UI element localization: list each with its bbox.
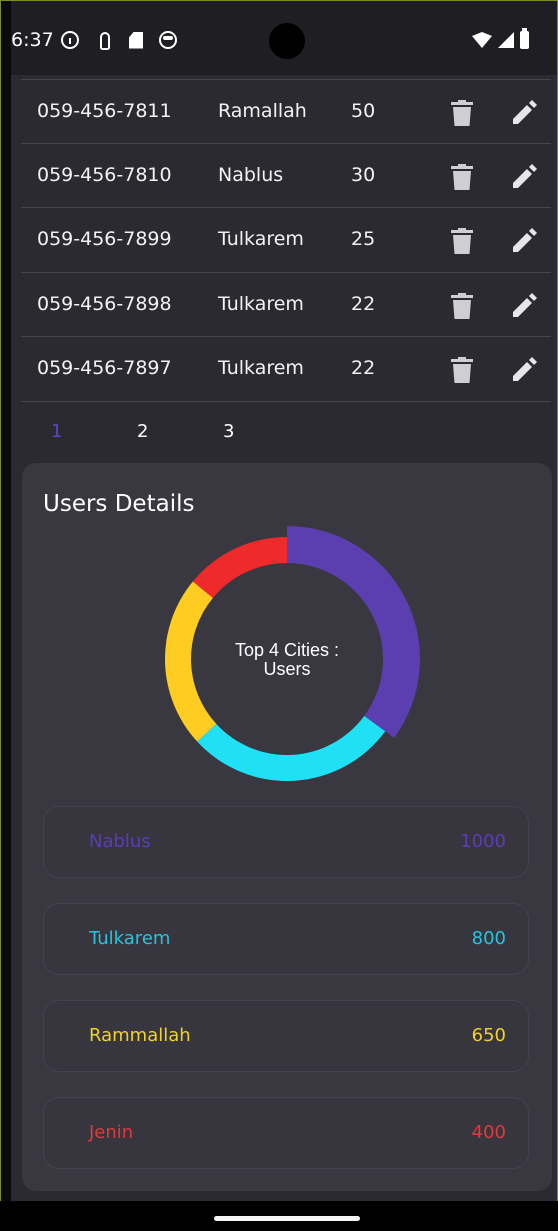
disc-icon bbox=[159, 31, 177, 49]
edit-icon[interactable] bbox=[510, 355, 538, 383]
system-indicators bbox=[472, 28, 529, 49]
chart-center-label-2: Users bbox=[263, 659, 310, 679]
edit-icon[interactable] bbox=[510, 226, 538, 254]
row-city: Tulkarem bbox=[218, 292, 304, 315]
pagination: 123 bbox=[51, 421, 309, 442]
table-row: 059-456-7810 Nablus 30 bbox=[21, 144, 551, 208]
delete-icon[interactable] bbox=[451, 357, 473, 383]
legend-item[interactable]: Jenin 400 bbox=[43, 1097, 529, 1169]
row-phone: 059-456-7810 bbox=[37, 163, 172, 186]
row-count: 22 bbox=[351, 357, 376, 379]
table-row: 059-456-7898 Tulkarem 22 bbox=[21, 273, 551, 337]
delete-icon[interactable] bbox=[451, 228, 473, 254]
status-bar: 6:37 bbox=[11, 1, 557, 75]
page-2[interactable]: 2 bbox=[137, 421, 223, 442]
edit-icon[interactable] bbox=[510, 291, 538, 319]
row-phone: 059-456-7899 bbox=[37, 228, 172, 250]
table-row: 059-456-7897 Tulkarem 22 bbox=[21, 337, 551, 402]
legend-city: Rammallah bbox=[89, 1025, 191, 1046]
legend-city: Jenin bbox=[89, 1122, 134, 1143]
row-city: Tulkarem bbox=[218, 228, 304, 250]
status-icons bbox=[61, 31, 177, 50]
row-city: Tulkarem bbox=[218, 357, 304, 379]
legend-item[interactable]: Nablus 1000 bbox=[43, 806, 529, 878]
status-time: 6:37 bbox=[11, 29, 54, 51]
edit-icon[interactable] bbox=[510, 162, 538, 190]
battery-icon bbox=[520, 28, 529, 49]
legend-city: Tulkarem bbox=[89, 928, 171, 949]
legend-city: Nablus bbox=[89, 831, 151, 852]
legend-value: 400 bbox=[471, 1122, 506, 1143]
app-screen: 6:37 059-456-7811 Ramallah 50 059-456-78… bbox=[11, 1, 557, 1201]
donut-slice-rammallah bbox=[165, 581, 217, 742]
edit-icon[interactable] bbox=[510, 98, 538, 126]
navigation-icon bbox=[95, 31, 113, 50]
row-phone: 059-456-7897 bbox=[37, 357, 172, 379]
cities-donut-chart: Top 4 Cities : Users bbox=[165, 526, 420, 781]
legend-value: 650 bbox=[471, 1025, 506, 1046]
sd-card-icon bbox=[129, 31, 143, 49]
navigation-bar bbox=[0, 1201, 558, 1231]
users-table: 059-456-7811 Ramallah 50 059-456-7810 Na… bbox=[21, 79, 551, 402]
page-3[interactable]: 3 bbox=[223, 421, 309, 442]
table-row: 059-456-7899 Tulkarem 25 bbox=[21, 208, 551, 273]
legend-item[interactable]: Rammallah 650 bbox=[43, 1000, 529, 1072]
legend-value: 1000 bbox=[460, 831, 506, 852]
donut-slice-tulkarem bbox=[197, 715, 386, 781]
row-city: Ramallah bbox=[218, 100, 307, 122]
donut-slice-nablus bbox=[287, 526, 420, 738]
delete-icon[interactable] bbox=[451, 100, 473, 126]
wifi-icon bbox=[472, 32, 492, 48]
row-city: Nablus bbox=[218, 163, 284, 186]
legend-item[interactable]: Tulkarem 800 bbox=[43, 903, 529, 975]
donut-slice-jenin bbox=[192, 537, 287, 598]
signal-icon bbox=[498, 32, 514, 48]
row-phone: 059-456-7898 bbox=[37, 292, 172, 315]
legend-value: 800 bbox=[471, 928, 506, 949]
card-title: Users Details bbox=[43, 491, 195, 517]
camera-cutout bbox=[269, 23, 305, 59]
delete-icon[interactable] bbox=[451, 163, 473, 190]
table-row: 059-456-7811 Ramallah 50 bbox=[21, 79, 551, 144]
row-count: 30 bbox=[351, 163, 376, 186]
users-details-card: Users Details Top 4 Cities : Users Nablu… bbox=[22, 463, 552, 1191]
info-icon bbox=[61, 31, 79, 49]
row-count: 25 bbox=[351, 228, 376, 250]
row-phone: 059-456-7811 bbox=[37, 100, 172, 122]
row-count: 22 bbox=[351, 292, 376, 315]
row-count: 50 bbox=[351, 100, 376, 122]
page-1[interactable]: 1 bbox=[51, 421, 137, 442]
delete-icon[interactable] bbox=[451, 292, 473, 319]
chart-center-label-1: Top 4 Cities : bbox=[235, 640, 339, 660]
home-indicator[interactable] bbox=[214, 1216, 360, 1221]
